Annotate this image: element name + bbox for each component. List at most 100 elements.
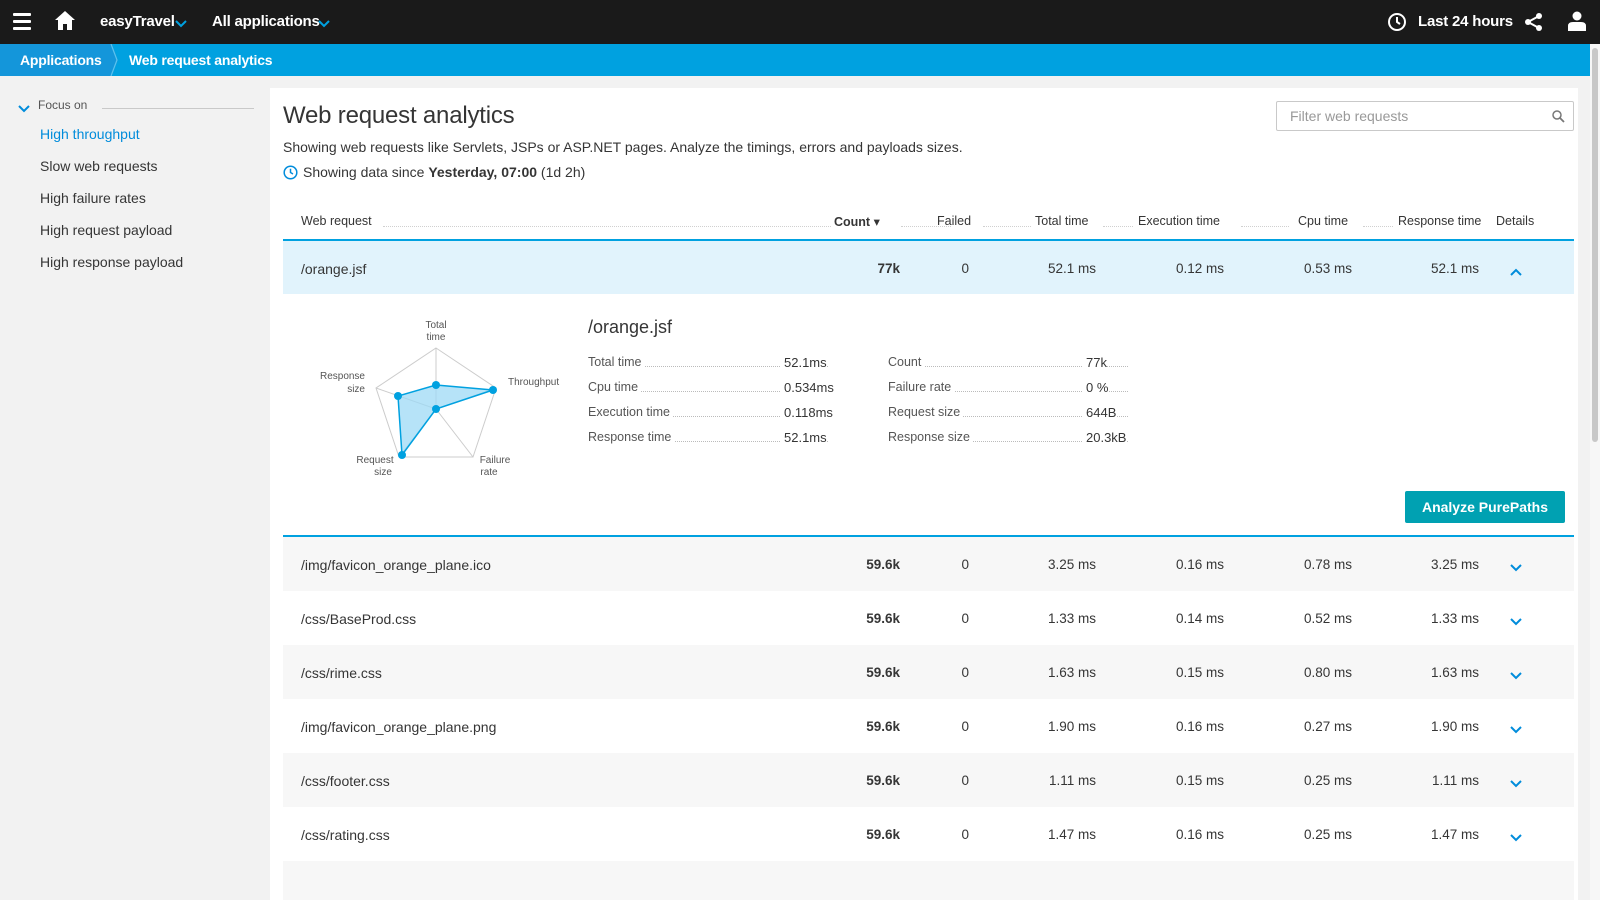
row-total-time: 1.33 ms xyxy=(1047,611,1096,626)
radar-point-failure-rate xyxy=(432,405,440,413)
row-name[interactable]: /img/favicon_orange_plane.ico xyxy=(301,557,491,573)
row-cpu-time: 0.52 ms xyxy=(1303,611,1352,626)
user-icon[interactable] xyxy=(1568,11,1586,36)
row-cpu-time: 0.25 ms xyxy=(1303,773,1352,788)
table-row[interactable]: /css/footer.css 59.6k 0 1.11 ms 0.15 ms … xyxy=(283,753,1574,807)
metric-value: 20.3kB xyxy=(1083,430,1127,445)
row-failed: 0 xyxy=(961,827,969,842)
table-row[interactable]: /img/favicon_orange_plane.ico 59.6k 0 3.… xyxy=(283,537,1574,591)
table-row[interactable]: /img/favicon_orange_plane.png 59.6k 0 1.… xyxy=(283,699,1574,753)
row-count: 77k xyxy=(877,261,900,276)
application-selector[interactable]: All applications xyxy=(212,13,320,30)
chevron-up-icon[interactable] xyxy=(1510,263,1522,281)
table-row[interactable]: /css/rime.css 59.6k 0 1.63 ms 0.15 ms 0.… xyxy=(283,645,1574,699)
breadcrumb-applications[interactable]: Applications xyxy=(0,44,112,76)
chevron-down-icon[interactable] xyxy=(1510,721,1522,739)
chevron-down-icon[interactable] xyxy=(1510,829,1522,847)
home-icon[interactable] xyxy=(55,11,75,35)
focus-on-header[interactable]: Focus on xyxy=(18,98,254,113)
row-count: 59.6k xyxy=(866,665,900,680)
table-row[interactable]: /css/rating.css 59.6k 0 1.47 ms 0.16 ms … xyxy=(283,807,1574,861)
filter-web-requests[interactable] xyxy=(1276,101,1574,131)
scrollbar-thumb[interactable] xyxy=(1592,48,1598,442)
row-total-time: 1.90 ms xyxy=(1047,719,1096,734)
row-total-time: 1.47 ms xyxy=(1047,827,1096,842)
column-header-execution-time[interactable]: Execution time xyxy=(1138,214,1220,228)
table-header: Web request Count ▾ Failed Total time Ex… xyxy=(283,209,1574,233)
row-count: 59.6k xyxy=(866,773,900,788)
row-name[interactable]: /css/rime.css xyxy=(301,665,382,681)
row-cpu-time: 0.80 ms xyxy=(1303,665,1352,680)
column-header-count[interactable]: Count ▾ xyxy=(834,214,880,229)
column-header-failed[interactable]: Failed xyxy=(937,214,971,228)
metric-response-size: Response size 20.3kB xyxy=(888,430,1128,446)
page-description: Showing web requests like Servlets, JSPs… xyxy=(283,139,963,155)
divider xyxy=(983,226,1031,227)
table-row-selected[interactable]: /orange.jsf 77k 0 52.1 ms 0.12 ms 0.53 m… xyxy=(283,241,1574,295)
radar-label-failure-rate-line1: Failure xyxy=(480,455,511,466)
row-count: 59.6k xyxy=(866,611,900,626)
radar-point-request-size xyxy=(398,451,406,459)
column-header-cpu-time[interactable]: Cpu time xyxy=(1298,214,1348,228)
top-navigation-bar: easyTravel All applications Last 24 hour… xyxy=(0,0,1600,44)
share-icon[interactable] xyxy=(1524,12,1544,37)
row-execution-time: 0.16 ms xyxy=(1175,827,1224,842)
radar-label-total-time-line1: Total xyxy=(425,320,446,331)
row-response-time: 1.11 ms xyxy=(1431,773,1479,788)
analyze-purepaths-button[interactable]: Analyze PurePaths xyxy=(1405,491,1565,523)
chevron-down-icon[interactable] xyxy=(18,100,30,118)
row-response-time: 3.25 ms xyxy=(1430,557,1479,572)
row-count: 59.6k xyxy=(866,719,900,734)
chevron-down-icon[interactable] xyxy=(175,15,187,33)
row-count: 59.6k xyxy=(866,827,900,842)
metric-response-time: Response time 52.1ms xyxy=(588,430,828,446)
divider xyxy=(383,226,831,227)
row-name[interactable]: /css/BaseProd.css xyxy=(301,611,416,627)
row-cpu-time: 0.78 ms xyxy=(1303,557,1352,572)
row-name[interactable]: /css/footer.css xyxy=(301,773,390,789)
table-row[interactable] xyxy=(283,861,1574,900)
divider xyxy=(1103,226,1133,227)
radar-point-throughput xyxy=(489,386,497,394)
radar-label-total-time-line2: time xyxy=(427,332,446,343)
column-header-web-request[interactable]: Web request xyxy=(301,214,375,228)
breadcrumb: Applications Web request analytics xyxy=(0,43,1590,77)
search-icon[interactable] xyxy=(1552,110,1565,128)
row-cpu-time: 0.25 ms xyxy=(1303,827,1352,842)
row-name[interactable]: /orange.jsf xyxy=(301,261,366,277)
search-input[interactable] xyxy=(1277,102,1547,130)
row-name[interactable]: /img/favicon_orange_plane.png xyxy=(301,719,496,735)
metric-failure-rate: Failure rate 0 % xyxy=(888,380,1128,396)
table-row[interactable]: /css/BaseProd.css 59.6k 0 1.33 ms 0.14 m… xyxy=(283,591,1574,645)
environment-selector[interactable]: easyTravel xyxy=(100,13,175,30)
chevron-down-icon[interactable] xyxy=(1510,667,1522,685)
row-execution-time: 0.15 ms xyxy=(1175,773,1224,788)
row-name[interactable]: /css/rating.css xyxy=(301,827,390,843)
radar-label-response-size-line2: size xyxy=(347,384,365,395)
hamburger-menu-icon[interactable] xyxy=(13,13,31,30)
chevron-down-icon[interactable] xyxy=(1510,775,1522,793)
row-response-time: 1.33 ms xyxy=(1430,611,1479,626)
sidebar-item-slow-web-requests[interactable]: Slow web requests xyxy=(40,158,158,174)
clock-icon[interactable] xyxy=(1387,12,1407,37)
metric-value: 0 % xyxy=(1083,380,1109,395)
sidebar-item-high-failure-rates[interactable]: High failure rates xyxy=(40,190,146,206)
column-header-total-time[interactable]: Total time xyxy=(1035,214,1089,228)
metric-label: Failure rate xyxy=(888,380,955,394)
metric-label: Execution time xyxy=(588,405,673,419)
sidebar-item-high-request-payload[interactable]: High request payload xyxy=(40,222,172,238)
radar-point-response-size xyxy=(394,392,402,400)
detail-title: /orange.jsf xyxy=(588,317,673,337)
column-header-response-time[interactable]: Response time xyxy=(1398,214,1481,228)
breadcrumb-applications-label[interactable]: Applications xyxy=(20,52,102,68)
sidebar-item-high-response-payload[interactable]: High response payload xyxy=(40,254,183,270)
timeframe-selector[interactable]: Last 24 hours xyxy=(1418,13,1513,30)
chevron-down-icon[interactable] xyxy=(1510,613,1522,631)
sidebar-item-high-throughput[interactable]: High throughput xyxy=(40,126,140,142)
row-failed: 0 xyxy=(961,261,969,276)
chevron-down-icon[interactable] xyxy=(318,15,330,33)
chevron-down-icon[interactable] xyxy=(1510,559,1522,577)
vertical-scrollbar[interactable] xyxy=(1590,44,1600,900)
row-total-time: 3.25 ms xyxy=(1047,557,1096,572)
page-title: Web request analytics xyxy=(283,102,515,129)
